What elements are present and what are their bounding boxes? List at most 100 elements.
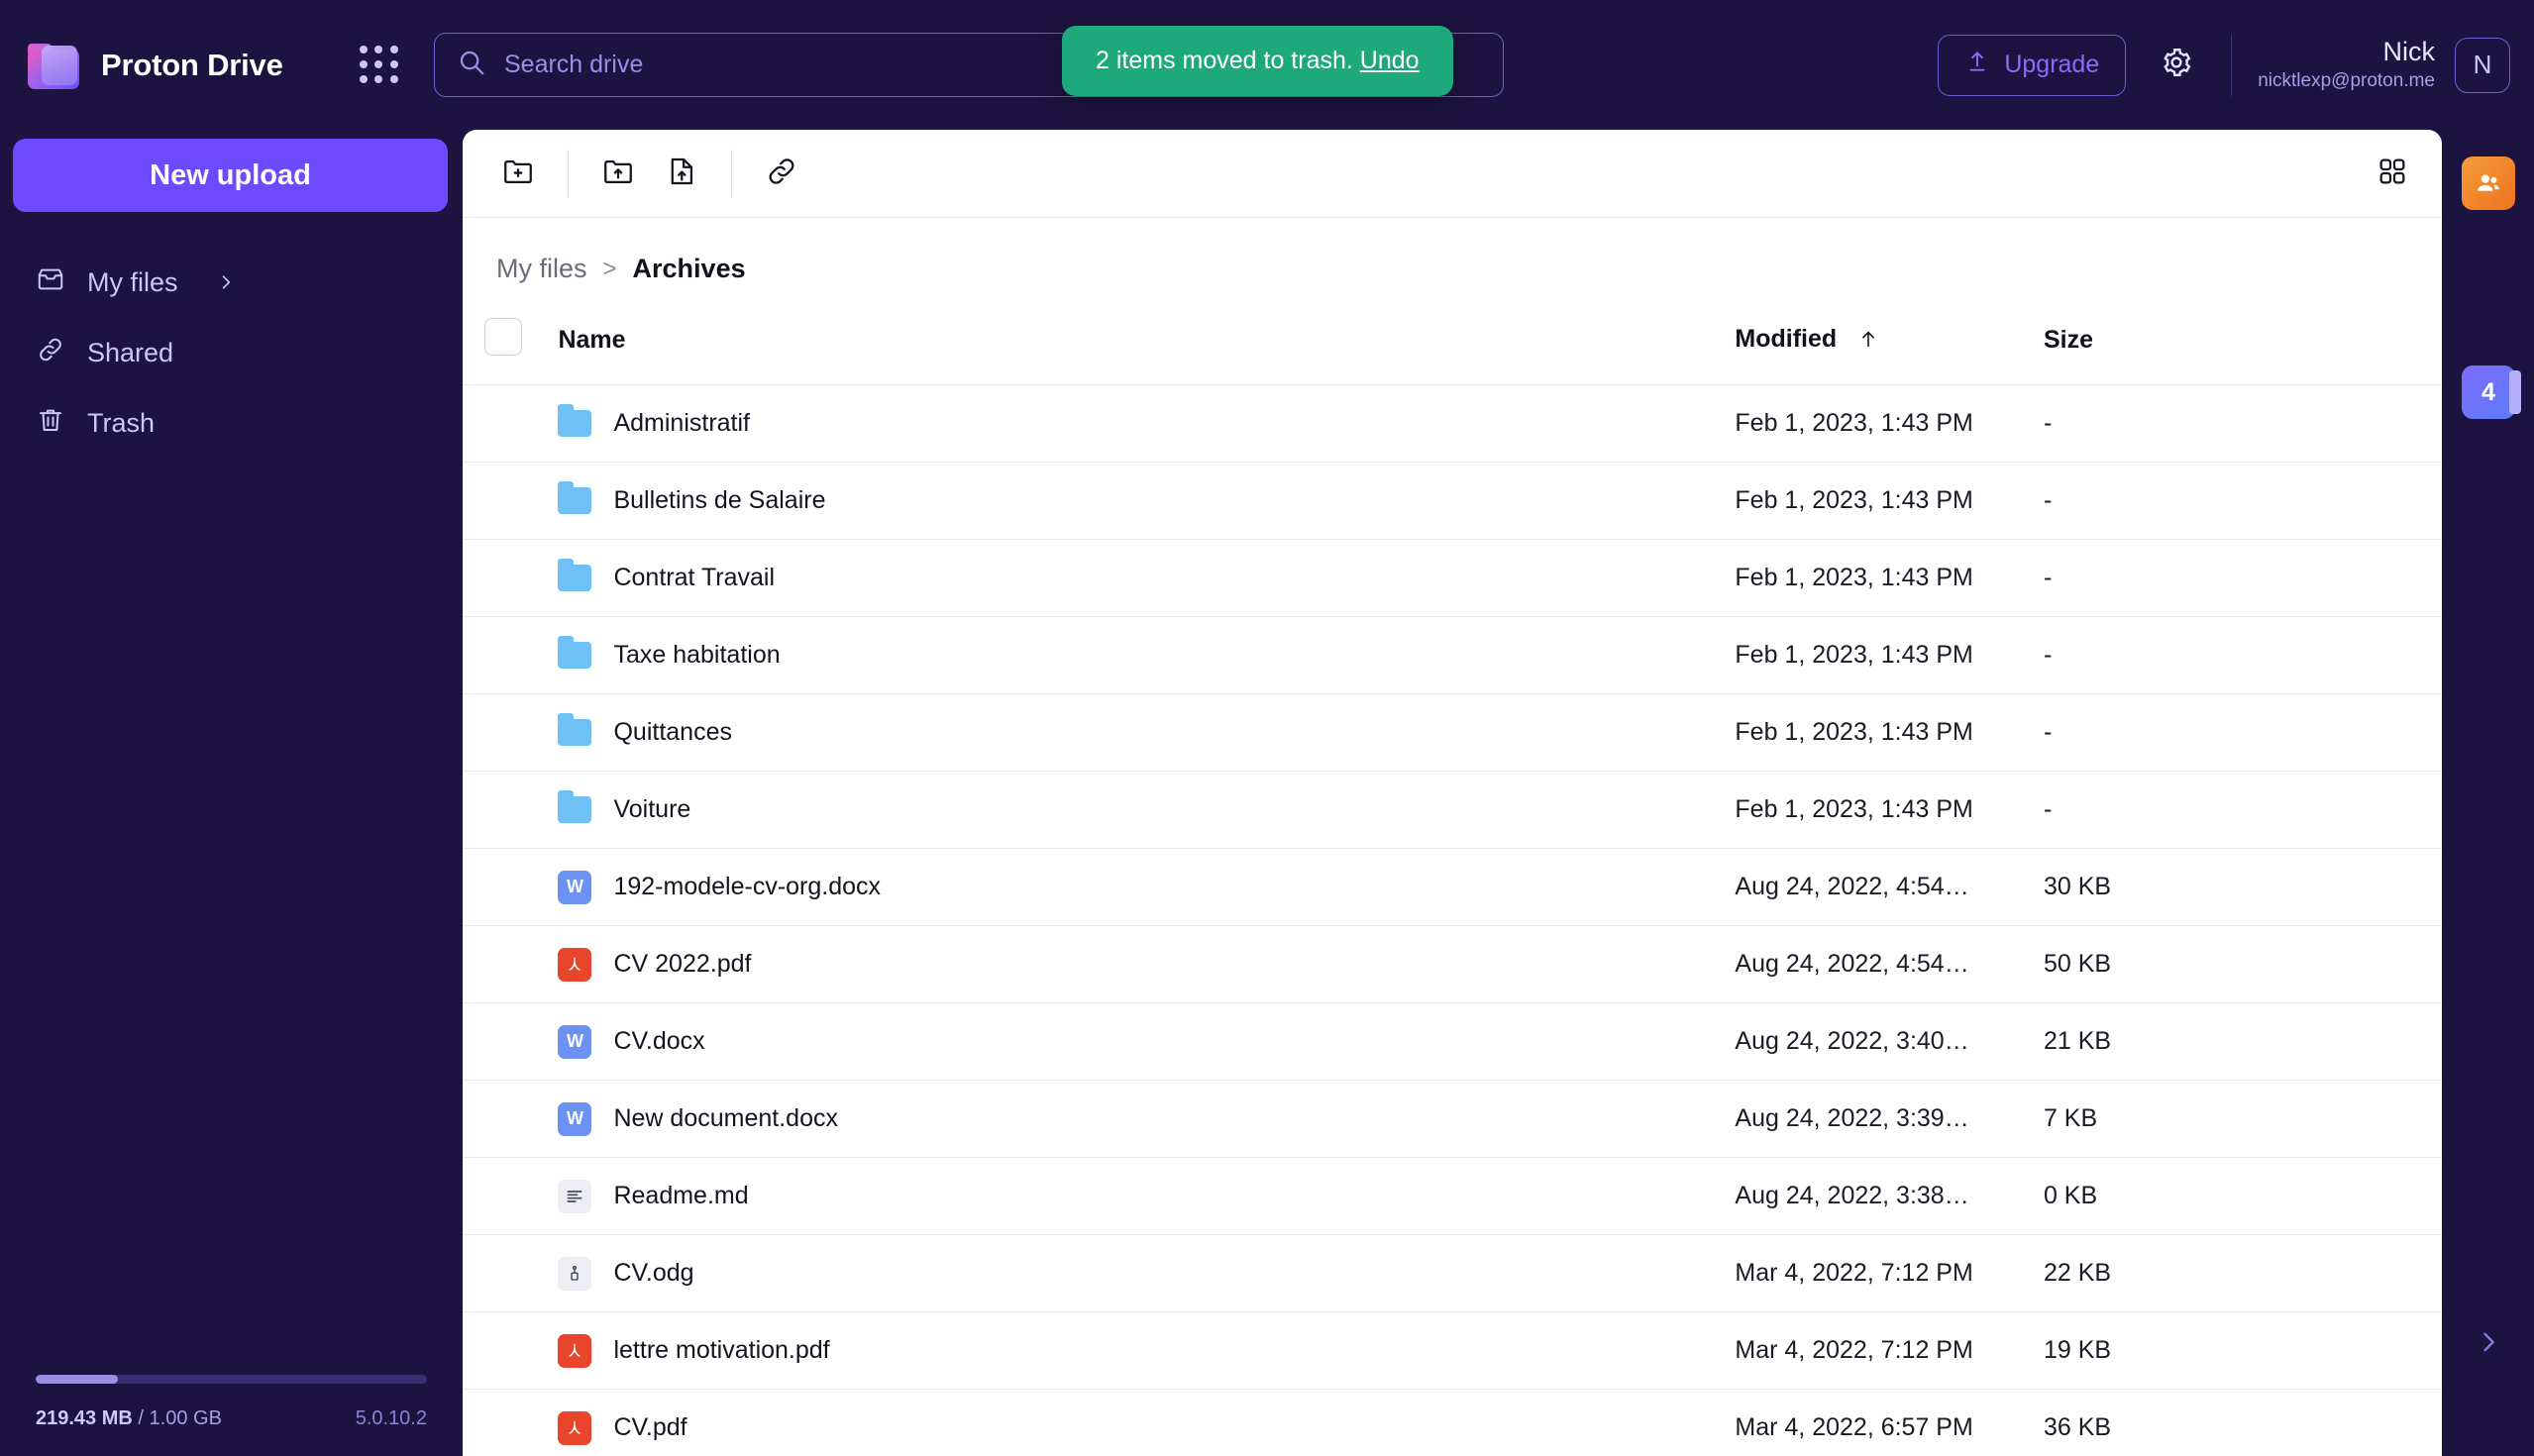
brand[interactable]: Proton Drive <box>28 42 335 89</box>
row-size-cell: 22 KB <box>2043 1234 2442 1312</box>
table-row[interactable]: Taxe habitation Feb 1, 2023, 1:43 PM - <box>463 616 2442 694</box>
table-row[interactable]: W CV.docx Aug 24, 2022, 3:40… 21 KB <box>463 1002 2442 1081</box>
row-select-cell[interactable] <box>463 1389 559 1456</box>
row-name-cell[interactable]: CV.pdf <box>558 1389 1736 1456</box>
main-panel: My files > Archives Name Modified Size A… <box>463 130 2442 1456</box>
storage-separator: / <box>138 1407 144 1429</box>
row-name-cell[interactable]: W CV.docx <box>558 1002 1736 1081</box>
app-version: 5.0.10.2 <box>355 1407 427 1429</box>
share-link-button[interactable] <box>750 142 813 205</box>
upload-file-button[interactable] <box>650 142 713 205</box>
row-select-cell[interactable] <box>463 539 559 617</box>
row-name-cell[interactable]: Readme.md <box>558 1157 1736 1235</box>
grid-view-icon <box>2376 156 2408 192</box>
new-upload-button[interactable]: New upload <box>13 139 448 212</box>
column-header-modified[interactable]: Modified <box>1735 318 2044 385</box>
table-row[interactable]: CV.pdf Mar 4, 2022, 6:57 PM 36 KB <box>463 1389 2442 1456</box>
grid-view-toggle-button[interactable] <box>2361 142 2424 205</box>
settings-button[interactable] <box>2148 37 2205 94</box>
table-row[interactable]: W New document.docx Aug 24, 2022, 3:39… 7 K… <box>463 1080 2442 1158</box>
storage-text: 219.43 MB / 1.00 GB <box>36 1407 222 1430</box>
table-row[interactable]: Contrat Travail Feb 1, 2023, 1:43 PM - <box>463 539 2442 617</box>
proton-drive-app: Proton Drive Upg <box>0 0 2534 1456</box>
upgrade-button[interactable]: Upgrade <box>1938 34 2127 96</box>
breadcrumb: My files > Archives <box>463 218 2442 318</box>
inbox-icon <box>36 264 65 301</box>
notification-count-badge[interactable]: 4 <box>2462 365 2521 419</box>
new-folder-button[interactable] <box>486 142 550 205</box>
user-name: Nick <box>2382 36 2436 66</box>
file-name: Taxe habitation <box>613 641 781 669</box>
row-select-cell[interactable] <box>463 848 559 926</box>
folder-icon <box>558 481 592 514</box>
file-name: New document.docx <box>613 1104 838 1132</box>
sidebar-item-trash[interactable]: Trash <box>0 394 463 452</box>
row-select-cell[interactable] <box>463 1080 559 1158</box>
column-header-name[interactable]: Name <box>558 318 1736 385</box>
row-select-cell[interactable] <box>463 1157 559 1235</box>
contacts-icon[interactable] <box>2462 156 2515 210</box>
row-name-cell[interactable]: Contrat Travail <box>558 539 1736 617</box>
sidebar-item-shared[interactable]: Shared <box>0 324 463 381</box>
trash-icon <box>36 405 65 442</box>
row-size-cell: - <box>2043 384 2442 463</box>
toast-notification: 2 items moved to trash. Undo <box>1062 26 1453 96</box>
row-select-cell[interactable] <box>463 1234 559 1312</box>
row-name-cell[interactable]: Quittances <box>558 693 1736 772</box>
expand-rail-button[interactable] <box>2466 1321 2511 1367</box>
app-grid-icon[interactable] <box>357 43 402 88</box>
file-name: lettre motivation.pdf <box>613 1336 830 1364</box>
row-select-cell[interactable] <box>463 693 559 772</box>
file-name: CV.pdf <box>613 1413 687 1441</box>
upload-folder-button[interactable] <box>586 142 650 205</box>
breadcrumb-root[interactable]: My files <box>496 254 587 284</box>
row-name-cell[interactable]: Administratif <box>558 384 1736 463</box>
sidebar-item-label: Shared <box>87 337 174 367</box>
row-select-cell[interactable] <box>463 771 559 849</box>
row-size-cell: 50 KB <box>2043 925 2442 1003</box>
row-select-cell[interactable] <box>463 1311 559 1390</box>
row-name-cell[interactable]: CV 2022.pdf <box>558 925 1736 1003</box>
row-select-cell[interactable] <box>463 462 559 540</box>
table-row[interactable]: CV.odg Mar 4, 2022, 7:12 PM 22 KB <box>463 1234 2442 1312</box>
upload-arrow-icon <box>1964 49 1990 81</box>
text-file-icon <box>558 1179 592 1213</box>
row-name-cell[interactable]: lettre motivation.pdf <box>558 1311 1736 1390</box>
table-row[interactable]: CV 2022.pdf Aug 24, 2022, 4:54… 50 KB <box>463 925 2442 1003</box>
folder-icon <box>558 404 592 437</box>
row-name-cell[interactable]: W New document.docx <box>558 1080 1736 1158</box>
select-all-checkbox[interactable] <box>484 318 522 356</box>
badge-count: 4 <box>2481 377 2495 406</box>
chevron-right-icon[interactable] <box>216 272 236 292</box>
row-size-cell: - <box>2043 771 2442 849</box>
toolbar-divider <box>731 150 732 197</box>
column-header-size[interactable]: Size <box>2043 318 2442 385</box>
table-row[interactable]: W 192-modele-cv-org.docx Aug 24, 2022, 4:5… <box>463 848 2442 926</box>
avatar[interactable]: N <box>2455 37 2510 93</box>
drawing-file-icon <box>558 1256 592 1291</box>
row-name-cell[interactable]: CV.odg <box>558 1234 1736 1312</box>
table-row[interactable]: Administratif Feb 1, 2023, 1:43 PM - <box>463 384 2442 463</box>
row-select-cell[interactable] <box>463 384 559 463</box>
table-row[interactable]: Quittances Feb 1, 2023, 1:43 PM - <box>463 693 2442 772</box>
table-row[interactable]: Voiture Feb 1, 2023, 1:43 PM - <box>463 771 2442 849</box>
row-select-cell[interactable] <box>463 616 559 694</box>
row-select-cell[interactable] <box>463 925 559 1003</box>
toast-undo-link[interactable]: Undo <box>1360 47 1420 74</box>
file-name: CV 2022.pdf <box>613 950 752 978</box>
table-row[interactable]: lettre motivation.pdf Mar 4, 2022, 7:12 P… <box>463 1311 2442 1390</box>
folder-icon <box>558 790 592 823</box>
sidebar-item-label: Trash <box>87 407 156 438</box>
sidebar-item-my-files[interactable]: My files <box>0 254 463 311</box>
row-name-cell[interactable]: W 192-modele-cv-org.docx <box>558 848 1736 926</box>
row-name-cell[interactable]: Bulletins de Salaire <box>558 462 1736 540</box>
row-select-cell[interactable] <box>463 1002 559 1081</box>
table-row[interactable]: Readme.md Aug 24, 2022, 3:38… 0 KB <box>463 1157 2442 1235</box>
folder-icon <box>558 713 592 746</box>
row-name-cell[interactable]: Voiture <box>558 771 1736 849</box>
pdf-file-icon <box>558 947 592 982</box>
row-size-cell: 0 KB <box>2043 1157 2442 1235</box>
row-name-cell[interactable]: Taxe habitation <box>558 616 1736 694</box>
table-row[interactable]: Bulletins de Salaire Feb 1, 2023, 1:43 PM… <box>463 462 2442 540</box>
row-modified-cell: Aug 24, 2022, 3:40… <box>1735 1002 2044 1081</box>
